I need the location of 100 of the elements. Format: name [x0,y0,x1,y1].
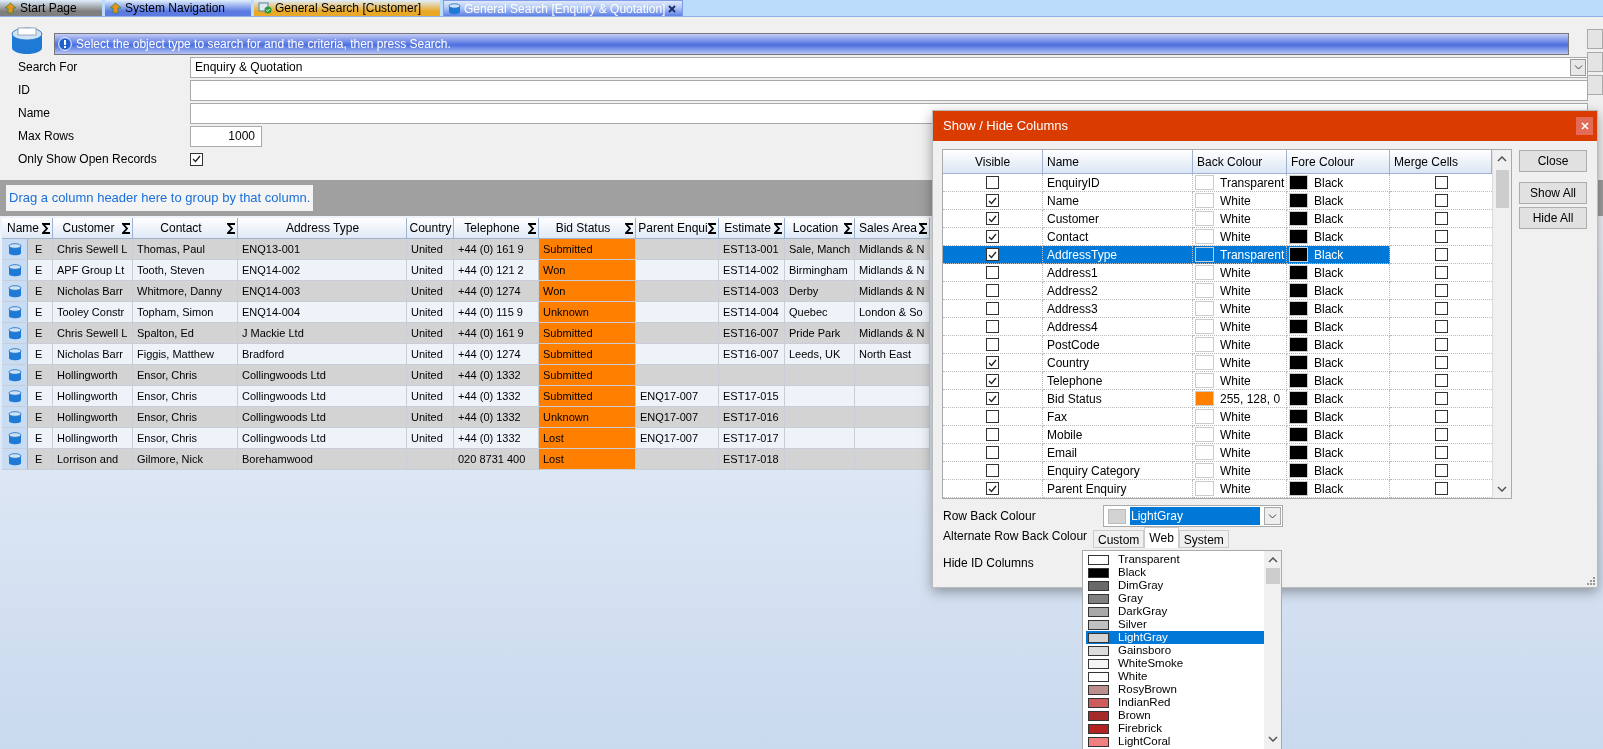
row-icon-cell[interactable] [2,281,28,301]
column-header[interactable]: Location [785,218,855,239]
checkbox[interactable] [1434,320,1448,333]
row-icon-cell[interactable] [2,239,28,259]
column-row[interactable]: Telephone White Black [943,372,1492,390]
dialog-button[interactable]: Hide All [1519,207,1587,229]
checkbox[interactable] [1434,338,1448,351]
colour-option[interactable]: LightCoral [1086,735,1264,748]
dialog-button[interactable]: Close [1519,150,1587,172]
resize-grip-icon[interactable] [1586,576,1595,585]
checkbox[interactable] [986,302,999,315]
checkbox[interactable] [986,356,999,369]
tab[interactable]: System Navigation [105,0,251,16]
sigma-icon[interactable] [844,222,853,234]
checkbox[interactable] [986,248,999,261]
tab[interactable]: System [1178,530,1229,548]
max-rows-field[interactable]: 1000 [190,125,262,147]
colour-option[interactable]: RosyBrown [1086,683,1264,696]
colour-option[interactable]: Gray [1086,592,1264,605]
colour-option[interactable]: LightGray [1086,631,1264,644]
column-row[interactable]: Address4 White Black [943,318,1492,336]
column-row[interactable]: PostCode White Black [943,336,1492,354]
sigma-icon[interactable] [708,222,717,234]
checkbox[interactable] [1434,284,1448,297]
checkbox[interactable] [1434,392,1448,405]
column-header[interactable]: Back Colour [1193,150,1287,174]
column-row[interactable]: Bid Status 255, 128, 0 Black [943,390,1492,408]
dropdown-button[interactable] [1570,58,1586,76]
checkbox[interactable] [190,152,203,166]
colour-option[interactable]: WhiteSmoke [1086,657,1264,670]
checkbox[interactable] [986,338,999,351]
colour-combo[interactable]: LightGray [1103,505,1283,527]
close-icon[interactable] [668,4,677,13]
checkbox[interactable] [1434,302,1448,315]
column-header[interactable]: Telephone [454,218,539,239]
column-row[interactable]: Address1 White Black [943,264,1492,282]
colour-option[interactable]: White [1086,670,1264,683]
tab[interactable]: General Search [Customer] [254,0,440,16]
scroll-thumb[interactable] [1495,170,1509,208]
column-row[interactable]: Enquiry Category White Black [943,462,1492,480]
colour-option[interactable]: DarkGray [1086,605,1264,618]
colour-option[interactable]: Firebrick [1086,722,1264,735]
row-icon-cell[interactable] [2,365,28,385]
column-header[interactable]: Parent Enqui [636,218,719,239]
colour-option[interactable]: Silver [1086,618,1264,631]
row-icon-cell[interactable] [2,407,28,427]
dialog-button[interactable]: Show All [1519,182,1587,204]
colour-option[interactable]: Black [1086,566,1264,579]
row-icon-cell[interactable] [2,260,28,280]
checkbox[interactable] [1434,230,1448,243]
checkbox[interactable] [986,230,999,243]
column-header[interactable]: Name [2,218,53,239]
checkbox[interactable] [986,320,999,333]
scrollbar[interactable] [1492,150,1511,498]
checkbox[interactable] [1434,410,1448,423]
column-header[interactable]: Contact [133,218,238,239]
checkbox[interactable] [1434,428,1448,441]
tab[interactable]: Custom [1093,530,1145,548]
column-row[interactable]: Country White Black [943,354,1492,372]
column-header[interactable]: Address Type [238,218,407,239]
sigma-icon[interactable] [227,222,236,234]
sigma-icon[interactable] [919,222,928,234]
column-row[interactable]: Mobile White Black [943,426,1492,444]
checkbox[interactable] [986,464,999,477]
column-row[interactable]: Address2 White Black [943,282,1492,300]
search-for-combo[interactable]: Enquiry & Quotation [190,56,1588,78]
tab[interactable]: Start Page [0,0,102,16]
checkbox[interactable] [986,194,999,207]
column-header[interactable]: Estimate [719,218,785,239]
checkbox[interactable] [1434,482,1448,495]
colour-option[interactable]: DimGray [1086,579,1264,592]
checkbox[interactable] [986,482,999,495]
checkbox[interactable] [986,428,999,441]
sigma-icon[interactable] [42,222,51,234]
column-row[interactable]: Fax White Black [943,408,1492,426]
row-icon-cell[interactable] [2,344,28,364]
colour-option[interactable]: IndianRed [1086,696,1264,709]
tab[interactable]: Web [1144,527,1179,548]
scroll-thumb[interactable] [1265,568,1280,584]
row-icon-cell[interactable] [2,386,28,406]
column-row[interactable]: EnquiryID Transparent Black [943,174,1492,192]
column-row[interactable]: Name White Black [943,192,1492,210]
checkbox[interactable] [986,374,999,387]
input-field[interactable] [190,79,1588,101]
sigma-icon[interactable] [774,222,783,234]
column-row[interactable]: Customer White Black [943,210,1492,228]
column-row[interactable]: Parent Enquiry White Black [943,480,1492,498]
close-button[interactable] [1576,117,1593,135]
column-header[interactable]: Sales Area [855,218,930,239]
checkbox[interactable] [986,176,999,189]
checkbox[interactable] [1434,356,1448,369]
column-header[interactable]: Bid Status [539,218,636,239]
sigma-icon[interactable] [122,222,131,234]
checkbox[interactable] [1434,464,1448,477]
checkbox[interactable] [1434,266,1448,279]
colour-option[interactable]: Transparent [1086,553,1264,566]
checkbox[interactable] [1434,446,1448,459]
column-row[interactable]: Address3 White Black [943,300,1492,318]
scrollbar[interactable] [1264,551,1281,749]
column-header[interactable]: Merge Cells [1390,150,1492,174]
